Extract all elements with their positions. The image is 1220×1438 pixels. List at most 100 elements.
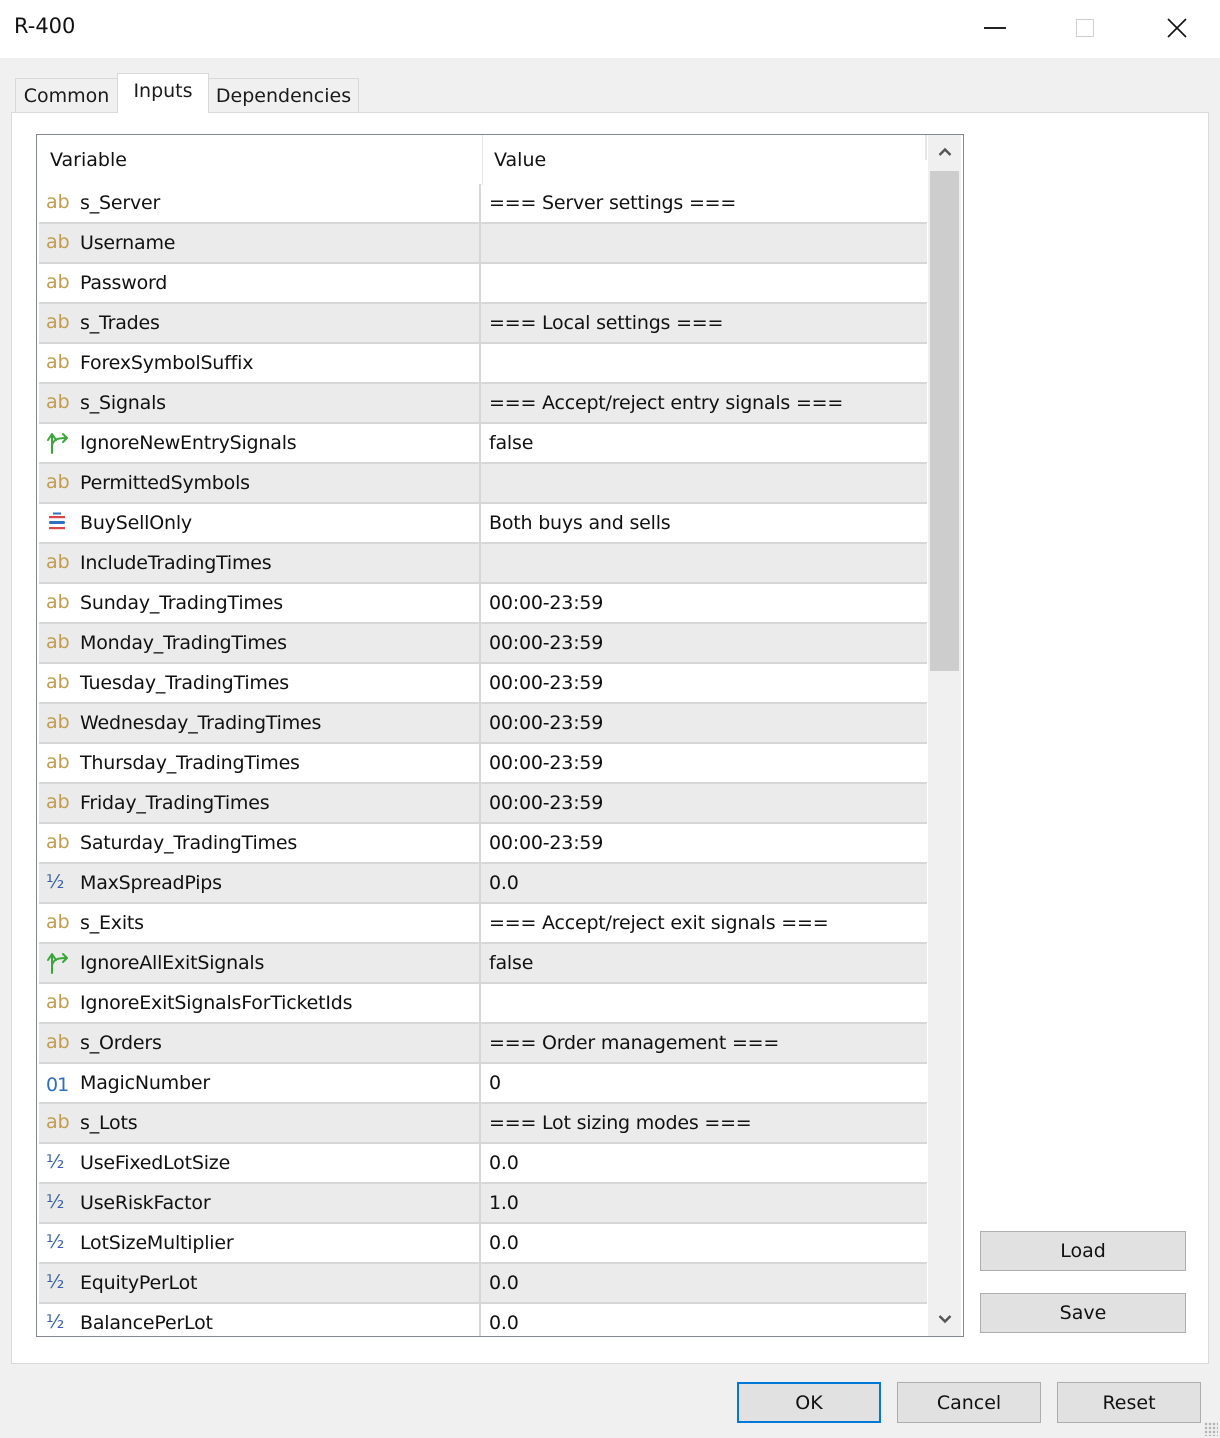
tab-inputs[interactable]: Inputs [117, 73, 209, 113]
table-row[interactable]: ½ UseRiskFactor 1.0 [39, 1184, 927, 1224]
variable-name: s_Orders [80, 1032, 162, 1054]
value-cell[interactable]: 00:00-23:59 [489, 792, 603, 814]
string-type-icon: ab [46, 471, 70, 493]
variable-name: PermittedSymbols [80, 472, 250, 494]
value-cell[interactable]: 0.0 [489, 872, 519, 894]
table-row[interactable]: ab Tuesday_TradingTimes 00:00-23:59 [39, 664, 927, 704]
double-type-icon: ½ [46, 1271, 65, 1293]
variable-cell: ab s_Orders [39, 1024, 481, 1062]
table-row[interactable]: ab Sunday_TradingTimes 00:00-23:59 [39, 584, 927, 624]
tab-dependencies[interactable]: Dependencies [208, 78, 359, 112]
variable-cell: ab Monday_TradingTimes [39, 624, 481, 662]
vertical-scrollbar[interactable] [928, 135, 961, 1336]
value-cell[interactable]: 00:00-23:59 [489, 632, 603, 654]
tab-common[interactable]: Common [15, 78, 118, 112]
table-row[interactable]: IgnoreNewEntrySignals false [39, 424, 927, 464]
value-cell[interactable]: Both buys and sells [489, 512, 671, 534]
column-divider[interactable] [482, 135, 483, 185]
table-row[interactable]: ½ EquityPerLot 0.0 [39, 1264, 927, 1304]
value-cell[interactable]: === Lot sizing modes === [489, 1112, 752, 1134]
value-cell[interactable]: 00:00-23:59 [489, 752, 603, 774]
table-row[interactable]: ab Password [39, 264, 927, 304]
value-cell[interactable]: === Accept/reject entry signals === [489, 392, 843, 414]
value-cell[interactable]: 1.0 [489, 1192, 519, 1214]
inputs-panel: Variable Value ab s_Server === Server sett… [11, 112, 1209, 1364]
scrollbar-thumb[interactable] [930, 171, 959, 671]
chevron-down-icon [938, 1315, 951, 1324]
table-row[interactable]: ab IgnoreExitSignalsForTicketIds [39, 984, 927, 1024]
value-cell[interactable]: 00:00-23:59 [489, 672, 603, 694]
table-row[interactable]: ab Wednesday_TradingTimes 00:00-23:59 [39, 704, 927, 744]
table-row[interactable]: ab ForexSymbolSuffix [39, 344, 927, 384]
string-type-icon: ab [46, 991, 70, 1013]
tab-label: Dependencies [215, 84, 352, 107]
value-cell[interactable]: 00:00-23:59 [489, 832, 603, 854]
table-row[interactable]: ab Friday_TradingTimes 00:00-23:59 [39, 784, 927, 824]
value-cell[interactable]: === Server settings === [489, 192, 736, 214]
scroll-up-button[interactable] [928, 135, 961, 169]
table-row[interactable]: ab Username [39, 224, 927, 264]
table-row[interactable]: ab Monday_TradingTimes 00:00-23:59 [39, 624, 927, 664]
variable-name: LotSizeMultiplier [80, 1232, 234, 1254]
cancel-button[interactable]: Cancel [897, 1382, 1041, 1423]
table-header: Variable Value [37, 135, 928, 185]
value-cell[interactable]: 00:00-23:59 [489, 712, 603, 734]
variable-cell: ½ EquityPerLot [39, 1264, 481, 1302]
variable-cell: ½ LotSizeMultiplier [39, 1224, 481, 1262]
variable-cell: ½ MaxSpreadPips [39, 864, 481, 902]
value-cell[interactable]: false [489, 952, 533, 974]
variable-cell: IgnoreNewEntrySignals [39, 424, 481, 462]
table-row[interactable]: BuySellOnly Both buys and sells [39, 504, 927, 544]
value-cell[interactable]: 0.0 [489, 1272, 519, 1294]
table-row[interactable]: ½ BalancePerLot 0.0 [39, 1304, 927, 1336]
value-cell[interactable]: === Accept/reject exit signals === [489, 912, 829, 934]
variable-cell: ab Thursday_TradingTimes [39, 744, 481, 782]
table-row[interactable]: ab s_Lots === Lot sizing modes === [39, 1104, 927, 1144]
table-row[interactable]: ab s_Orders === Order management === [39, 1024, 927, 1064]
minimize-icon [984, 27, 1006, 29]
save-button[interactable]: Save [980, 1293, 1186, 1333]
value-cell[interactable]: === Local settings === [489, 312, 723, 334]
variable-name: Wednesday_TradingTimes [80, 712, 322, 734]
table-row[interactable]: ½ MaxSpreadPips 0.0 [39, 864, 927, 904]
value-cell[interactable]: 0.0 [489, 1312, 519, 1334]
ok-button[interactable]: OK [737, 1382, 881, 1423]
variable-name: Tuesday_TradingTimes [80, 672, 289, 694]
table-row[interactable]: ab PermittedSymbols [39, 464, 927, 504]
value-cell[interactable]: false [489, 432, 533, 454]
value-cell[interactable]: 0.0 [489, 1152, 519, 1174]
variable-cell: ab Wednesday_TradingTimes [39, 704, 481, 742]
variable-cell: ab IgnoreExitSignalsForTicketIds [39, 984, 481, 1022]
scroll-down-button[interactable] [928, 1302, 961, 1336]
reset-button[interactable]: Reset [1057, 1382, 1201, 1423]
value-cell[interactable]: 00:00-23:59 [489, 592, 603, 614]
table-row[interactable]: ab IncludeTradingTimes [39, 544, 927, 584]
table-row[interactable]: ab Thursday_TradingTimes 00:00-23:59 [39, 744, 927, 784]
variable-name: EquityPerLot [80, 1272, 198, 1294]
resize-grip[interactable] [1204, 1422, 1218, 1436]
column-header-variable[interactable]: Variable [50, 149, 127, 171]
variable-cell: ab s_Lots [39, 1104, 481, 1142]
load-button[interactable]: Load [980, 1231, 1186, 1271]
table-row[interactable]: ½ LotSizeMultiplier 0.0 [39, 1224, 927, 1264]
variable-name: Friday_TradingTimes [80, 792, 270, 814]
double-type-icon: ½ [46, 871, 65, 893]
table-row[interactable]: ab s_Server === Server settings === [39, 184, 927, 224]
table-row[interactable]: IgnoreAllExitSignals false [39, 944, 927, 984]
table-row[interactable]: ½ UseFixedLotSize 0.0 [39, 1144, 927, 1184]
column-header-value[interactable]: Value [494, 149, 546, 171]
table-row[interactable]: ab Saturday_TradingTimes 00:00-23:59 [39, 824, 927, 864]
string-type-icon: ab [46, 1111, 70, 1133]
table-row[interactable]: 01 MagicNumber 0 [39, 1064, 927, 1104]
variable-name: Thursday_TradingTimes [80, 752, 300, 774]
value-cell[interactable]: 0 [489, 1072, 501, 1094]
close-button[interactable] [1132, 0, 1220, 56]
value-cell[interactable]: 0.0 [489, 1232, 519, 1254]
variable-name: IgnoreNewEntrySignals [80, 432, 297, 454]
table-row[interactable]: ab s_Trades === Local settings === [39, 304, 927, 344]
table-row[interactable]: ab s_Signals === Accept/reject entry signa… [39, 384, 927, 424]
table-row[interactable]: ab s_Exits === Accept/reject exit signals … [39, 904, 927, 944]
minimize-button[interactable] [950, 0, 1040, 56]
value-cell[interactable]: === Order management === [489, 1032, 779, 1054]
string-type-icon: ab [46, 351, 70, 373]
